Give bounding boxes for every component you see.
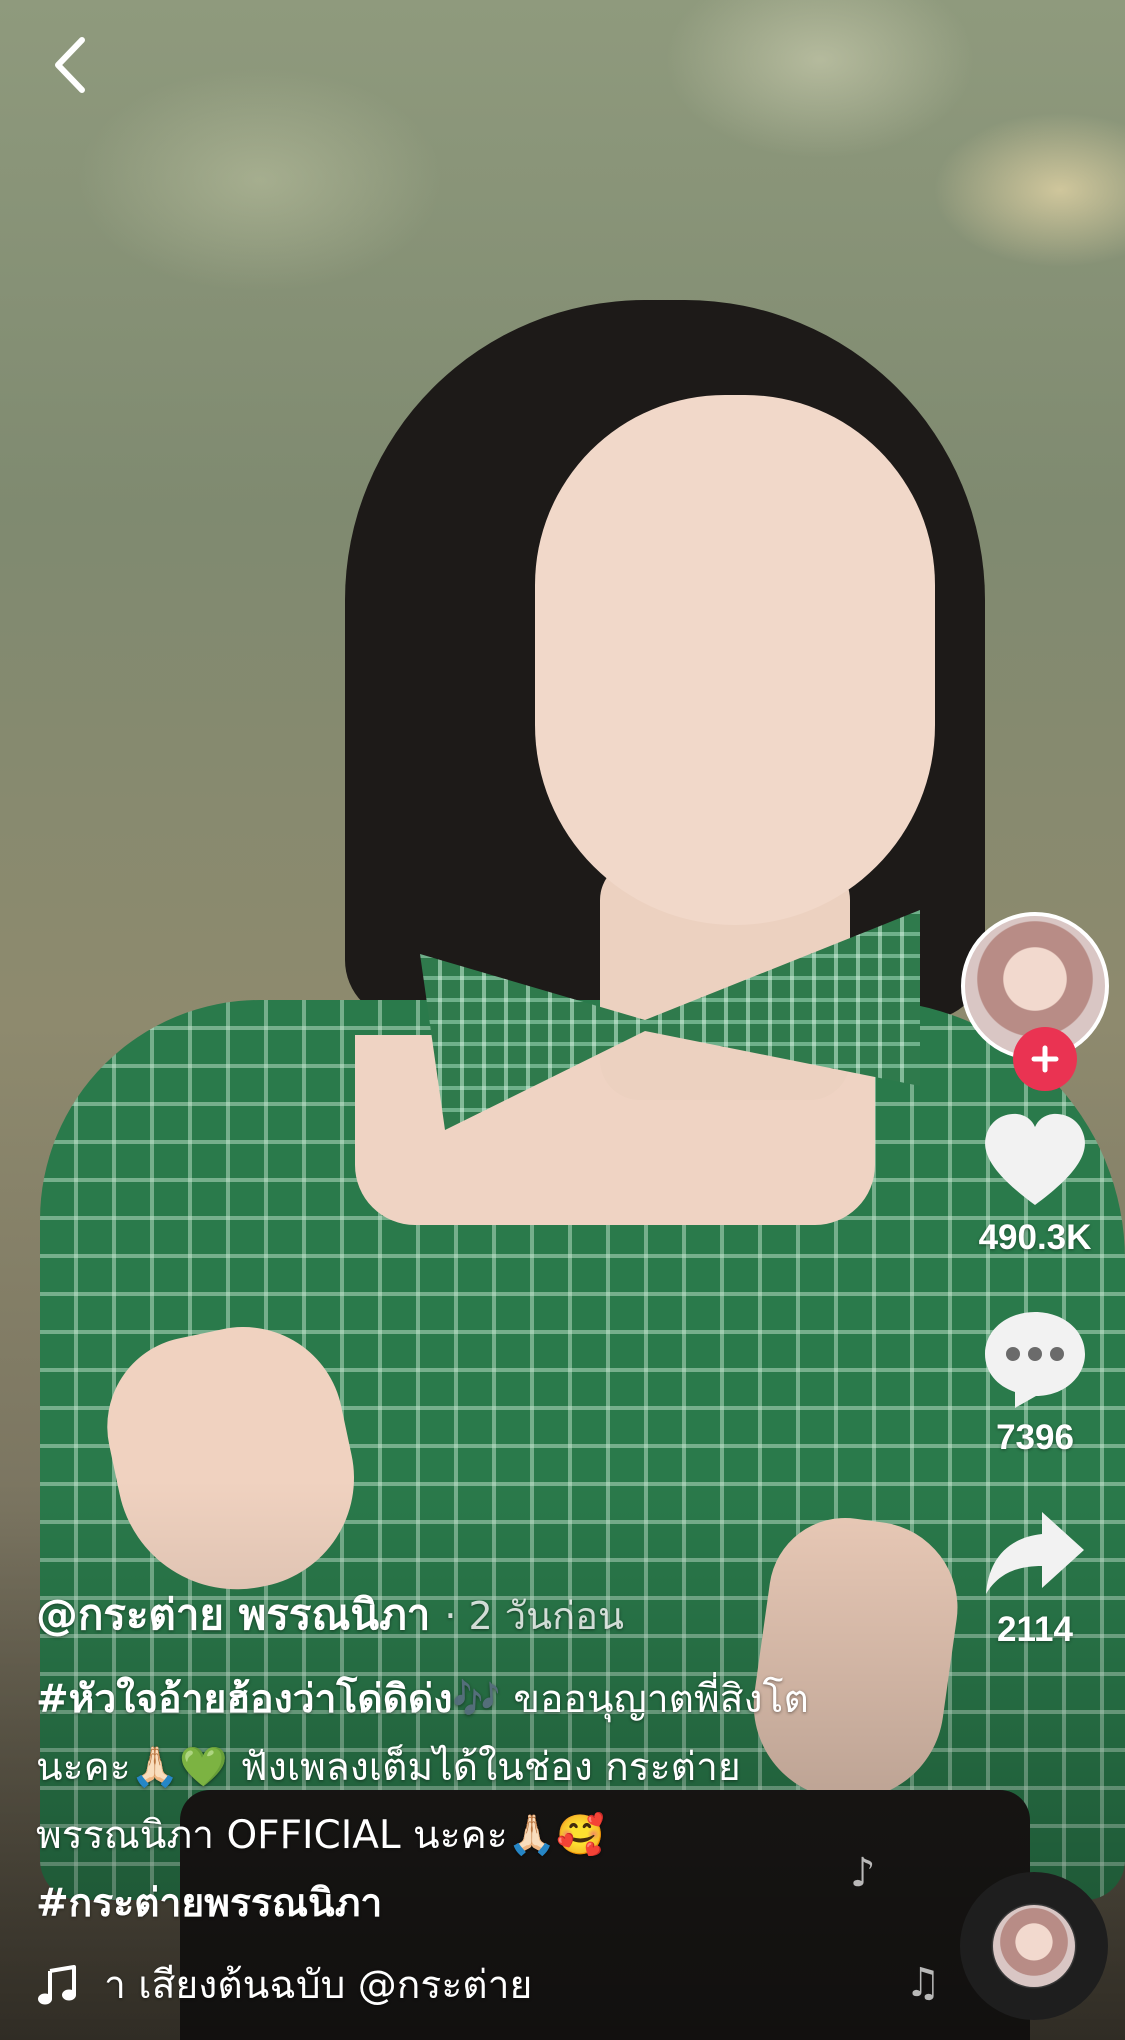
share-icon	[986, 1512, 1084, 1594]
comment-count: 7396	[996, 1418, 1074, 1457]
chevron-left-icon	[55, 37, 85, 93]
floating-note-icon: ♫	[905, 1960, 941, 2006]
hashtag-song[interactable]: #หัวใจอ้ายฮ้องว่าโด่ดิด่ง🎶	[36, 1677, 501, 1722]
plus-icon	[1031, 1045, 1059, 1073]
caption-text[interactable]: #หัวใจอ้ายฮ้องว่าโด่ดิด่ง🎶 ขออนุญาตพี่สิ…	[36, 1666, 836, 1938]
share-count: 2114	[997, 1610, 1073, 1649]
follow-button[interactable]	[1013, 1027, 1077, 1091]
music-note-icon	[38, 1965, 76, 2005]
comment-button[interactable]: 7396	[980, 1306, 1090, 1458]
music-disc-cover	[993, 1905, 1075, 1987]
author-line: @กระต่าย พรรณนิภา · 2 วันก่อน	[36, 1582, 836, 1648]
floating-note-icon: ♪	[850, 1850, 876, 1896]
video-subject-face	[535, 395, 935, 925]
music-bar[interactable]: า เสียงต้นฉบับ @กระต่าย	[36, 1950, 686, 2020]
post-time: · 2 วันก่อน	[444, 1594, 624, 1638]
music-title[interactable]: า เสียงต้นฉบับ @กระต่าย	[104, 1954, 684, 2016]
creator-avatar-group	[961, 912, 1109, 1091]
comment-icon	[985, 1312, 1085, 1408]
creator-name[interactable]: @กระต่าย พรรณนิภา	[36, 1582, 430, 1648]
heart-icon	[985, 1113, 1085, 1205]
back-button[interactable]	[40, 30, 100, 100]
caption-area: @กระต่าย พรรณนิภา · 2 วันก่อน #หัวใจอ้าย…	[36, 1582, 836, 1938]
like-button[interactable]: 490.3K	[978, 1110, 1092, 1258]
action-rail: 490.3K 7396 2114	[950, 912, 1120, 1650]
video-feed-screen: 490.3K 7396 2114 @กระต่าย พรรณนิภา · 2 ว…	[0, 0, 1125, 2040]
like-count: 490.3K	[978, 1218, 1092, 1257]
music-disc[interactable]	[960, 1872, 1108, 2020]
hashtag-artist[interactable]: #กระต่ายพรรณนิภา	[36, 1881, 382, 1926]
share-button[interactable]: 2114	[980, 1506, 1090, 1650]
